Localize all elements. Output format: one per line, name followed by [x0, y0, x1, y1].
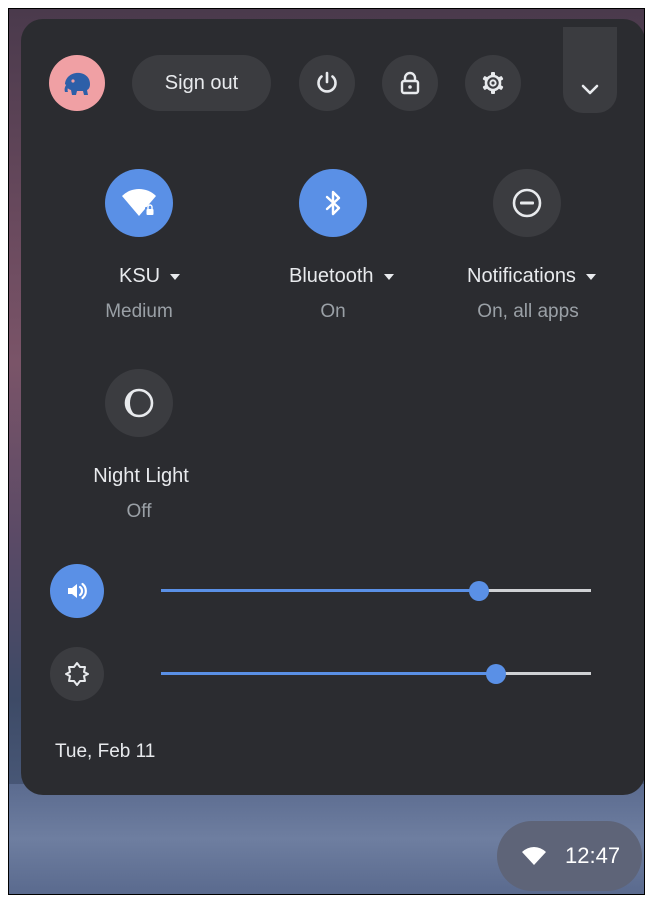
volume-slider-fill [161, 589, 479, 592]
dropdown-caret-icon [585, 273, 596, 280]
volume-slider[interactable] [161, 581, 591, 601]
sign-out-button[interactable]: Sign out [132, 55, 271, 111]
date-label[interactable]: Tue, Feb 11 [55, 741, 155, 763]
brightness-button [50, 647, 104, 701]
lock-icon [400, 71, 420, 95]
power-icon [317, 71, 337, 93]
do-not-disturb-icon [512, 188, 542, 218]
brightness-slider-track [496, 672, 591, 675]
night-light-icon [124, 388, 154, 418]
notifications-status: On, all apps [477, 301, 579, 322]
brightness-slider-thumb[interactable] [486, 664, 506, 684]
notifications-label-group[interactable]: Notifications [467, 265, 596, 288]
desktop-frame: Sign out KSU Medium Bluetooth On Notific… [8, 8, 645, 895]
chevron-down-icon [581, 84, 599, 95]
dropdown-caret-icon [383, 273, 394, 280]
bluetooth-status: On [320, 301, 346, 322]
notifications-toggle[interactable] [493, 169, 561, 237]
user-avatar[interactable] [49, 55, 105, 111]
volume-slider-thumb[interactable] [469, 581, 489, 601]
elephant-avatar-icon [64, 72, 90, 95]
volume-icon [68, 582, 87, 600]
bluetooth-label-group[interactable]: Bluetooth [289, 265, 394, 288]
volume-slider-track [479, 589, 591, 592]
gear-icon [482, 72, 504, 94]
wifi-network-name: KSU [119, 265, 161, 287]
lock-button[interactable] [382, 55, 438, 111]
status-tray[interactable]: 12:47 [497, 821, 642, 891]
quick-settings-panel: Sign out KSU Medium Bluetooth On Notific… [21, 19, 644, 795]
bluetooth-icon [325, 190, 341, 216]
brightness-icon [65, 662, 89, 686]
notifications-label: Notifications [467, 265, 576, 287]
wifi-icon [522, 847, 546, 865]
brightness-slider[interactable] [161, 664, 591, 684]
power-button[interactable] [299, 55, 355, 111]
brightness-slider-fill [161, 672, 496, 675]
sign-out-label: Sign out [164, 71, 239, 94]
wifi-status: Medium [105, 301, 173, 322]
wifi-secure-icon [122, 188, 156, 216]
bluetooth-label: Bluetooth [289, 265, 374, 287]
bluetooth-toggle[interactable] [299, 169, 367, 237]
settings-button[interactable] [465, 55, 521, 111]
night-light-status: Off [126, 501, 152, 522]
wifi-label-group[interactable]: KSU [119, 265, 181, 288]
night-light-toggle[interactable] [105, 369, 173, 437]
dropdown-caret-icon [170, 273, 181, 280]
night-light-label[interactable]: Night Light [88, 465, 194, 488]
clock-time: 12:47 [565, 843, 621, 868]
wifi-toggle[interactable] [105, 169, 173, 237]
collapse-button[interactable] [563, 27, 617, 113]
volume-mute-button[interactable] [50, 564, 104, 618]
